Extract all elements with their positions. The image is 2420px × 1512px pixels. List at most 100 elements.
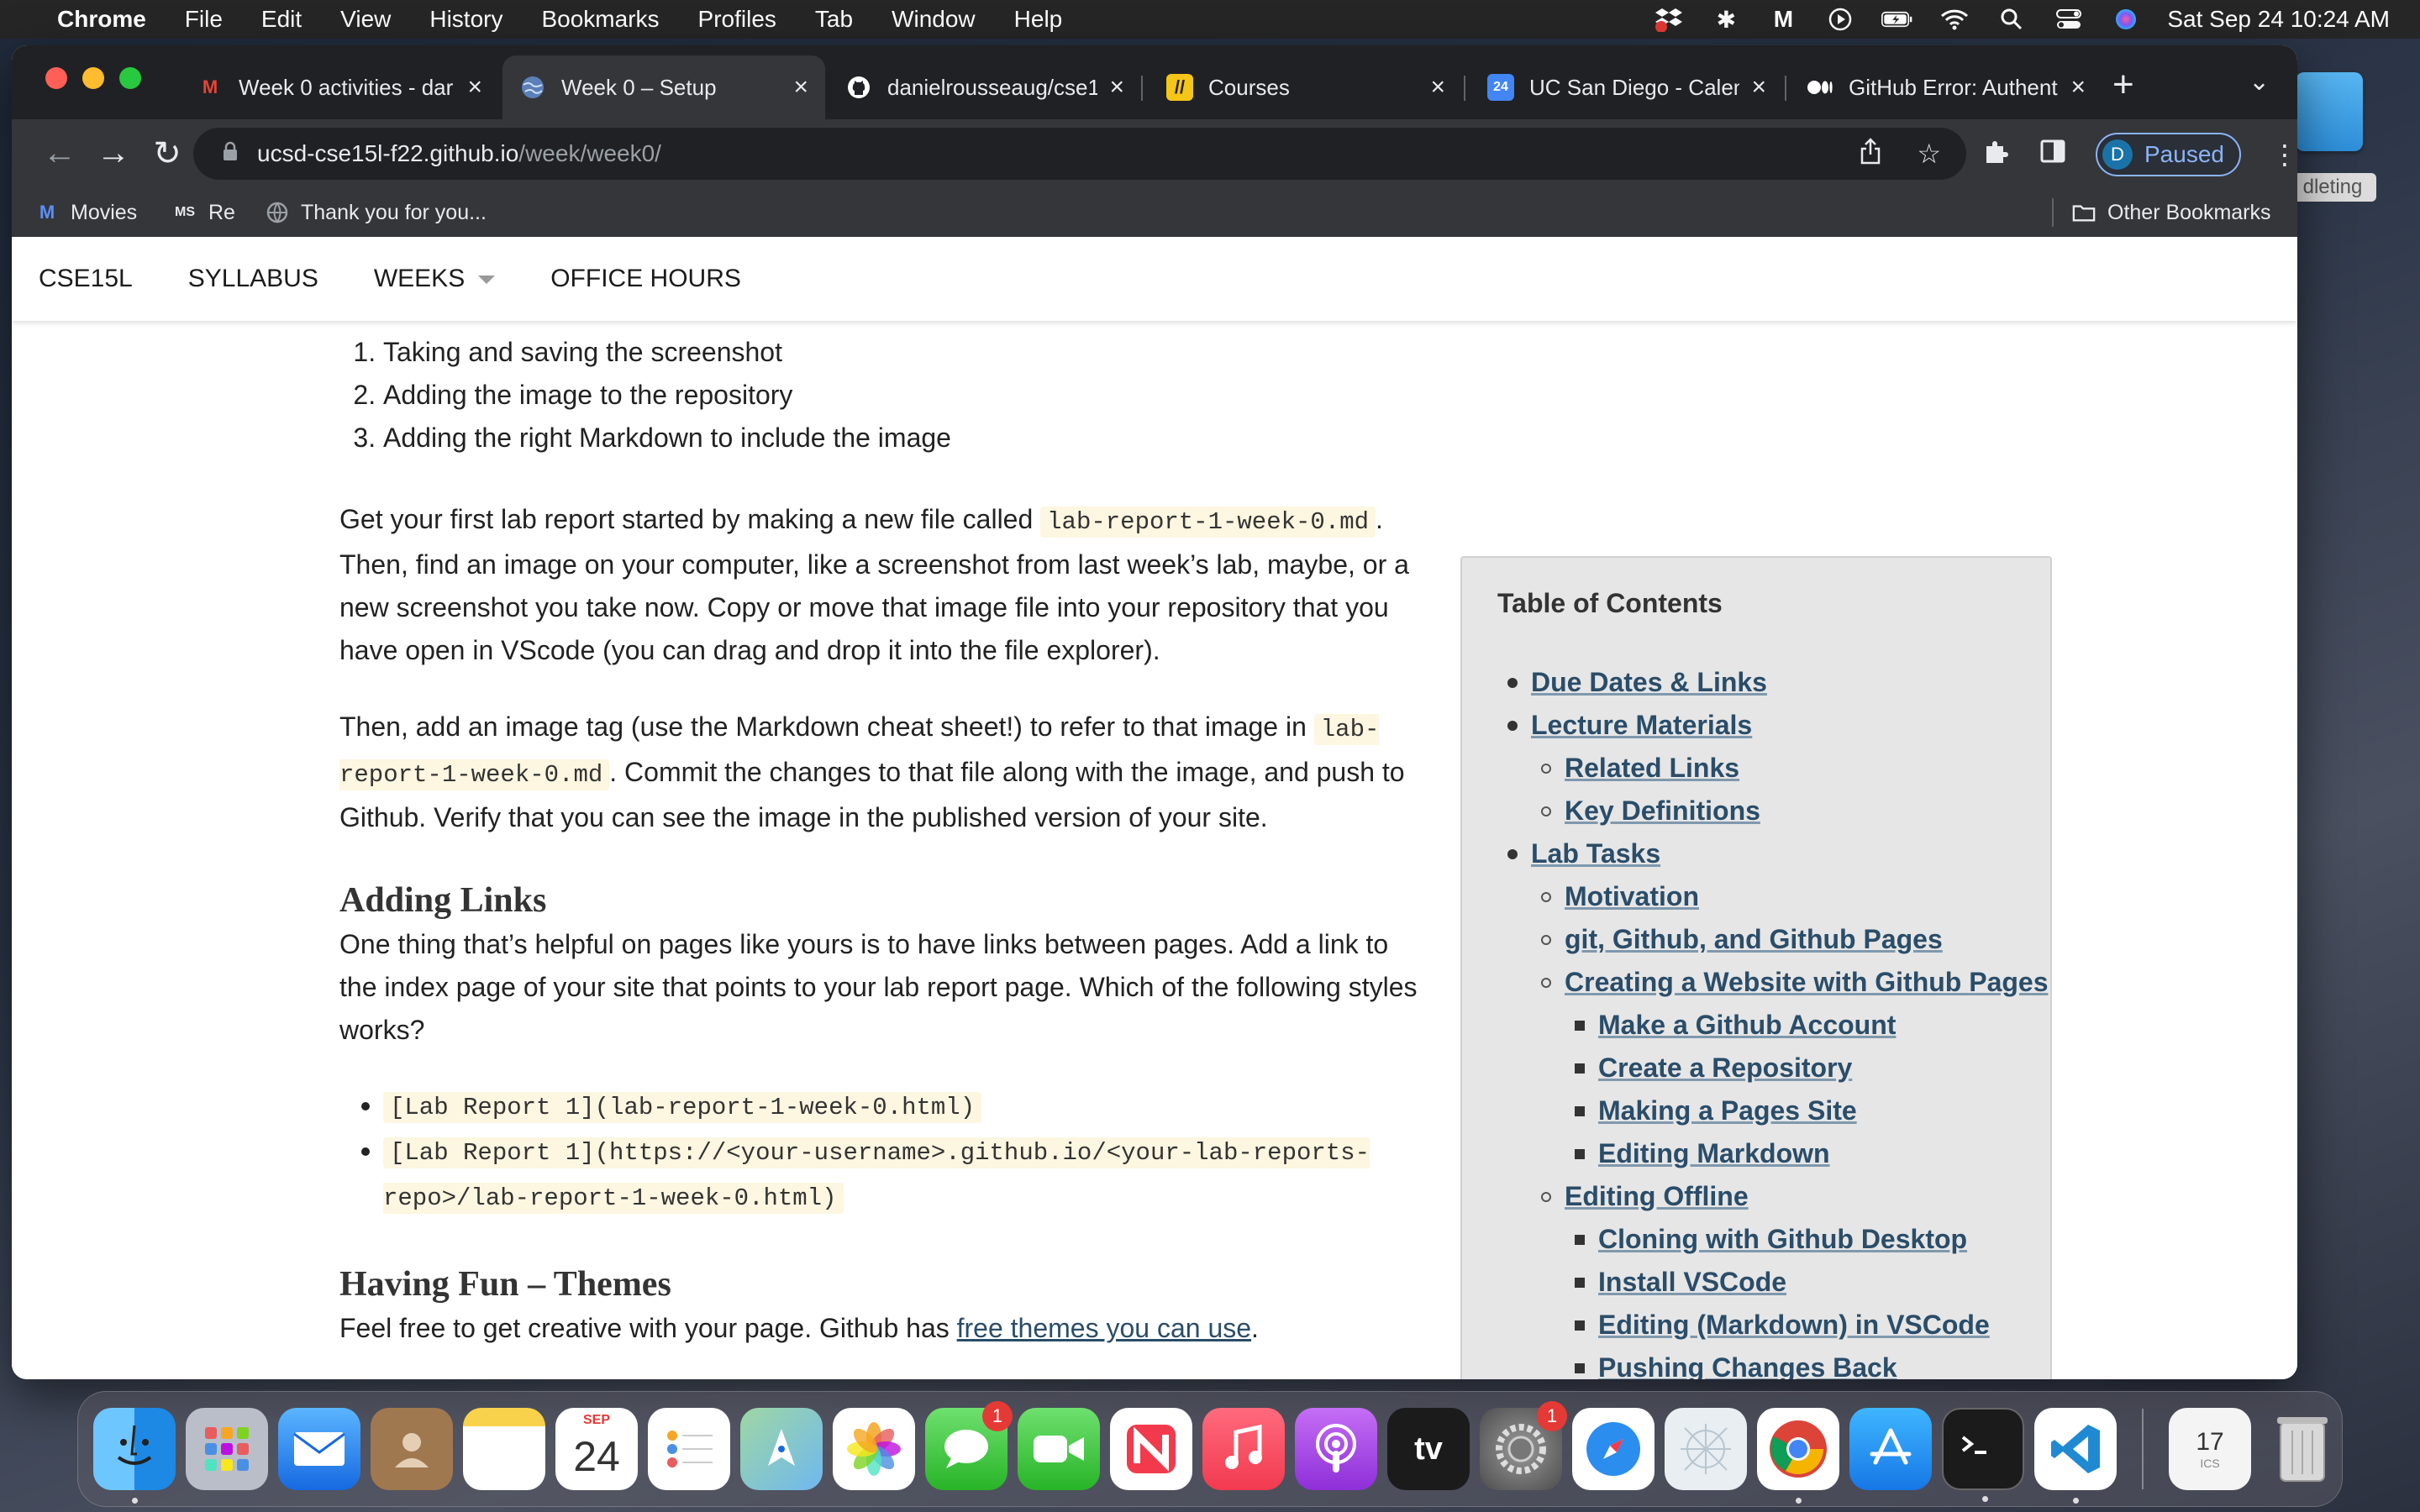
other-bookmarks-folder[interactable]: Other Bookmarks	[2072, 201, 2271, 225]
menu-file[interactable]: File	[185, 6, 223, 33]
desktop-folder-icon[interactable]	[2296, 72, 2363, 151]
toc-link[interactable]: git, Github, and Github Pages	[1565, 924, 1943, 954]
share-icon[interactable]	[1860, 138, 1881, 171]
maps-icon[interactable]	[740, 1408, 823, 1490]
toc-item[interactable]: Cloning with Github Desktop	[1497, 1218, 2050, 1261]
toc-link[interactable]: Related Links	[1565, 753, 1739, 783]
close-tab-icon[interactable]: ×	[1109, 73, 1124, 102]
toc-item[interactable]: Editing (Markdown) in VSCode	[1497, 1304, 2050, 1347]
news-icon[interactable]	[1110, 1408, 1192, 1490]
toc-link[interactable]: Install VSCode	[1598, 1267, 1786, 1297]
toc-link[interactable]: Editing Offline	[1565, 1181, 1749, 1211]
extensions-puzzle-icon[interactable]	[1983, 138, 2010, 171]
address-bar[interactable]: ucsd-cse15l-f22.github.io/week/week0/ ☆	[193, 128, 1966, 180]
chrome-icon[interactable]	[1757, 1408, 1839, 1504]
toc-item[interactable]: Creating a Website with Github Pages	[1497, 961, 2050, 1004]
menu-window[interactable]: Window	[892, 6, 976, 33]
menu-history[interactable]: History	[429, 6, 502, 33]
free-themes-link[interactable]: free themes you can use	[957, 1313, 1251, 1343]
tab-github-repo[interactable]: danielrousseaug/cse15 ×	[829, 55, 1141, 119]
battery-icon[interactable]	[1881, 7, 1913, 32]
terminal-icon[interactable]	[1942, 1408, 2024, 1502]
close-window-button[interactable]	[45, 67, 67, 89]
menu-help[interactable]: Help	[1014, 6, 1063, 33]
toc-item[interactable]: Related Links	[1497, 747, 2050, 790]
toc-item[interactable]: git, Github, and Github Pages	[1497, 918, 2050, 961]
music-icon[interactable]	[1202, 1408, 1285, 1490]
menu-profiles[interactable]: Profiles	[698, 6, 776, 33]
toc-link[interactable]: Due Dates & Links	[1531, 667, 1767, 697]
finder-icon[interactable]	[93, 1408, 176, 1504]
bookmark-thank-you[interactable]: Thank you for you...	[266, 201, 487, 225]
minimize-window-button[interactable]	[82, 67, 104, 89]
toc-link[interactable]: Making a Pages Site	[1598, 1095, 1857, 1126]
app-store-icon[interactable]	[1849, 1408, 1932, 1490]
menu-edit[interactable]: Edit	[261, 6, 302, 33]
tab-search-chevron-icon[interactable]: ⌄	[2249, 67, 2270, 97]
menubar-clock[interactable]: Sat Sep 24 10:24 AM	[2167, 6, 2390, 33]
toc-item[interactable]: Editing Markdown	[1497, 1132, 2050, 1175]
desktop-folder-label[interactable]: dleting	[2289, 173, 2376, 202]
wifi-icon[interactable]	[1939, 7, 1970, 32]
reminders-icon[interactable]	[648, 1408, 730, 1490]
close-tab-icon[interactable]: ×	[467, 73, 482, 102]
tab-ucsd-calendar[interactable]: 24 UC San Diego - Calend ×	[1470, 55, 1783, 119]
side-panel-icon[interactable]	[2040, 139, 2065, 171]
toc-link[interactable]: Creating a Website with Github Pages	[1565, 967, 2049, 997]
toc-item[interactable]: Key Definitions	[1497, 790, 2050, 832]
podcasts-icon[interactable]	[1295, 1408, 1377, 1490]
toc-item[interactable]: Create a Repository	[1497, 1047, 2050, 1089]
tab-github-error[interactable]: GitHub Error: Authenti ×	[1790, 55, 2102, 119]
toc-link[interactable]: Lab Tasks	[1531, 838, 1660, 869]
nav-weeks[interactable]: WEEKS	[374, 265, 496, 293]
spotlight-search-icon[interactable]	[1996, 7, 2028, 32]
zoom-window-button[interactable]	[119, 67, 141, 89]
menu-bookmarks[interactable]: Bookmarks	[541, 6, 659, 33]
trash-icon[interactable]	[2261, 1408, 2344, 1490]
tab-courses[interactable]: // Courses ×	[1150, 55, 1462, 119]
notes-icon[interactable]	[463, 1408, 545, 1490]
photos-icon[interactable]	[833, 1408, 915, 1490]
nav-syllabus[interactable]: SYLLABUS	[188, 265, 318, 293]
messages-icon[interactable]: 1	[925, 1401, 1013, 1490]
toc-link[interactable]: Motivation	[1565, 881, 1699, 911]
calendar-icon[interactable]: SEP 24	[555, 1408, 638, 1490]
reload-button[interactable]: ↻	[148, 134, 187, 173]
lock-icon[interactable]	[222, 141, 239, 167]
malwarebytes-icon[interactable]: M	[1767, 6, 1799, 32]
control-center-icon[interactable]	[2053, 7, 2085, 32]
menu-tab[interactable]: Tab	[815, 6, 853, 33]
toc-link[interactable]: Create a Repository	[1598, 1053, 1852, 1083]
toc-item[interactable]: Lecture Materials	[1497, 704, 2050, 747]
toc-item[interactable]: Make a Github Account	[1497, 1004, 2050, 1047]
tab-week0-setup[interactable]: Week 0 – Setup ×	[502, 55, 825, 119]
facetime-icon[interactable]	[1018, 1408, 1100, 1490]
nav-office-hours[interactable]: OFFICE HOURS	[550, 265, 741, 293]
toc-link[interactable]: Key Definitions	[1565, 795, 1760, 826]
bookmark-star-icon[interactable]: ☆	[1917, 138, 1941, 171]
close-tab-icon[interactable]: ×	[2070, 73, 2086, 102]
asterisk-icon[interactable]: ✱	[1710, 7, 1742, 33]
apple-tv-icon[interactable]: tv	[1387, 1408, 1470, 1490]
close-tab-icon[interactable]: ×	[793, 73, 808, 102]
blank-app-icon[interactable]	[1665, 1408, 1747, 1490]
toc-link[interactable]: Pushing Changes Back	[1598, 1352, 1897, 1379]
contacts-icon[interactable]	[371, 1408, 453, 1490]
back-button[interactable]: ←	[40, 134, 79, 172]
tab-gmail[interactable]: M Week 0 activities - dar ×	[180, 55, 499, 119]
chrome-menu-icon[interactable]: ⋮	[2271, 139, 2297, 171]
launchpad-icon[interactable]	[186, 1408, 268, 1490]
play-circle-icon[interactable]	[1824, 7, 1856, 32]
menu-app-name[interactable]: Chrome	[57, 6, 146, 33]
ics-file-icon[interactable]: 17 ICS	[2169, 1408, 2251, 1490]
close-tab-icon[interactable]: ×	[1430, 73, 1445, 102]
vscode-icon[interactable]	[2034, 1408, 2117, 1504]
toc-link[interactable]: Lecture Materials	[1531, 710, 1752, 740]
siri-icon[interactable]	[2110, 7, 2142, 32]
mail-icon[interactable]	[278, 1408, 360, 1490]
toc-link[interactable]: Editing (Markdown) in VSCode	[1598, 1310, 1990, 1340]
toc-item[interactable]: Making a Pages Site	[1497, 1089, 2050, 1132]
new-tab-button[interactable]: +	[2112, 64, 2134, 106]
site-brand-link[interactable]: CSE15L	[39, 265, 133, 293]
toc-item[interactable]: Motivation	[1497, 875, 2050, 918]
